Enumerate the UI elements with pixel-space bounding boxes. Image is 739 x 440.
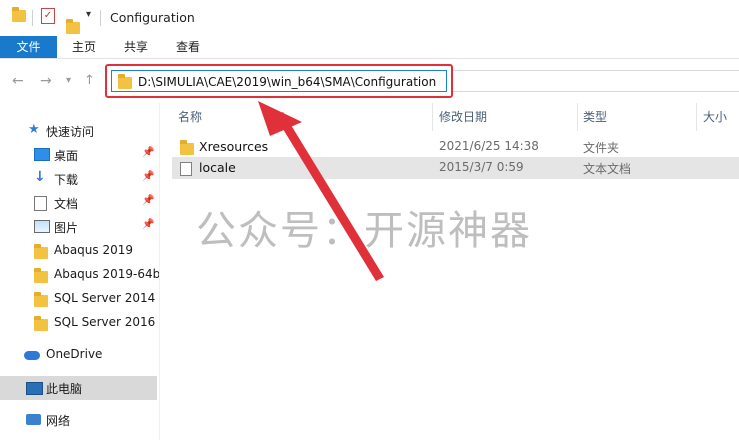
column-divider[interactable]: [577, 103, 578, 131]
separator: [32, 10, 33, 26]
tab-file[interactable]: 文件: [0, 36, 57, 58]
column-header-type[interactable]: 类型: [583, 103, 607, 131]
back-arrow-icon[interactable]: ←: [12, 73, 24, 89]
column-divider[interactable]: [696, 103, 697, 131]
sidebar-item-label: 下载: [54, 173, 79, 187]
sidebar-item-label: 图片: [54, 221, 79, 235]
column-header-name[interactable]: 名称: [178, 103, 202, 131]
pin-icon: 📌: [142, 171, 155, 182]
sidebar-item-label: SQL Server 2014: [54, 291, 156, 305]
sidebar-item-abaqus-2019-64b[interactable]: Abaqus 2019-64b: [0, 263, 161, 287]
document-icon: [34, 196, 47, 211]
sidebar-item-label: SQL Server 2016: [54, 315, 156, 329]
properties-icon[interactable]: ✓: [41, 8, 55, 24]
text-file-icon: [180, 162, 192, 176]
up-arrow-icon[interactable]: ↑: [84, 73, 95, 88]
chevron-down-icon[interactable]: ▾: [86, 9, 91, 20]
folder-icon: [34, 244, 48, 259]
file-type: 文件夹: [583, 141, 620, 155]
pane-divider[interactable]: [159, 103, 160, 440]
sidebar-item-documents[interactable]: 文档 📌: [0, 191, 157, 215]
network-icon: [26, 414, 41, 425]
new-folder-icon[interactable]: [66, 19, 80, 34]
address-bar-highlight: D:\SIMULIA\CAE\2019\win_b64\SMA\Configur…: [105, 64, 453, 98]
sidebar-item-label: OneDrive: [46, 347, 103, 361]
sidebar-item-label: 文档: [54, 197, 79, 211]
cloud-icon: [24, 351, 40, 360]
folder-icon[interactable]: [12, 7, 26, 22]
computer-icon: [26, 382, 43, 395]
file-row[interactable]: locale 2015/3/7 0:59 文本文档: [172, 157, 739, 179]
download-icon: ↓: [34, 169, 46, 185]
address-bar[interactable]: D:\SIMULIA\CAE\2019\win_b64\SMA\Configur…: [111, 70, 447, 92]
sidebar-item-label: 此电脑: [46, 382, 83, 396]
folder-icon: [34, 316, 48, 331]
title-bar: ✓ ▾ Configuration: [0, 0, 739, 36]
pin-icon: 📌: [142, 147, 155, 158]
folder-icon: [34, 292, 48, 307]
sidebar-item-network[interactable]: 网络: [0, 408, 157, 432]
file-type: 文本文档: [583, 162, 632, 176]
folder-icon: [34, 268, 48, 283]
sidebar-item-sql-server-2014[interactable]: SQL Server 2014: [0, 287, 157, 311]
star-icon: ★: [28, 122, 40, 137]
sidebar-item-label: 网络: [46, 414, 71, 428]
address-bar-extension[interactable]: [453, 70, 739, 92]
sidebar-item-onedrive[interactable]: OneDrive: [0, 343, 157, 367]
column-divider[interactable]: [432, 103, 433, 131]
sidebar-item-label: Abaqus 2019-64b: [54, 267, 161, 281]
sidebar-item-this-pc[interactable]: 此电脑: [0, 376, 157, 400]
sidebar-item-quick-access[interactable]: ★ 快速访问: [0, 119, 157, 143]
sidebar-item-abaqus-2019[interactable]: Abaqus 2019: [0, 239, 157, 263]
file-name: locale: [199, 160, 236, 175]
sidebar-item-desktop[interactable]: 桌面 📌: [0, 143, 157, 167]
file-date: 2015/3/7 0:59: [439, 160, 524, 174]
ribbon: 文件 主页 共享 查看: [0, 36, 739, 59]
sidebar-item-label: 桌面: [54, 149, 79, 163]
folder-icon: [118, 74, 132, 89]
pin-icon: 📌: [142, 219, 155, 230]
pictures-icon: [34, 220, 50, 233]
sidebar-item-label: Abaqus 2019: [54, 243, 134, 257]
recent-chevron-icon[interactable]: ▾: [66, 75, 71, 86]
sidebar-item-pictures[interactable]: 图片 📌: [0, 215, 157, 239]
sidebar-item-sql-server-2016[interactable]: SQL Server 2016: [0, 311, 157, 335]
navigation-pane: ★ 快速访问 桌面 📌 ↓ 下载 📌 文档 📌 图片 📌 Abaqus 2019…: [0, 103, 160, 440]
file-date: 2021/6/25 14:38: [439, 139, 539, 153]
file-name: Xresources: [199, 139, 269, 154]
window-title: Configuration: [110, 10, 195, 25]
watermark-text: 公众号：开源神器: [196, 208, 532, 254]
separator: [100, 10, 101, 26]
tab-share[interactable]: 共享: [114, 36, 158, 58]
address-path[interactable]: D:\SIMULIA\CAE\2019\win_b64\SMA\Configur…: [138, 75, 436, 89]
folder-icon: [180, 140, 194, 155]
pin-icon: 📌: [142, 195, 155, 206]
file-row[interactable]: Xresources 2021/6/25 14:38 文件夹: [172, 136, 739, 158]
column-header-date[interactable]: 修改日期: [439, 103, 487, 131]
sidebar-item-downloads[interactable]: ↓ 下载 📌: [0, 167, 157, 191]
arrow-head: [258, 101, 302, 136]
tab-home[interactable]: 主页: [62, 36, 106, 58]
sidebar-item-label: 快速访问: [46, 125, 95, 139]
forward-arrow-icon[interactable]: →: [40, 73, 52, 89]
column-header-size[interactable]: 大小: [703, 103, 727, 131]
desktop-icon: [34, 148, 50, 161]
tab-view[interactable]: 查看: [166, 36, 210, 58]
